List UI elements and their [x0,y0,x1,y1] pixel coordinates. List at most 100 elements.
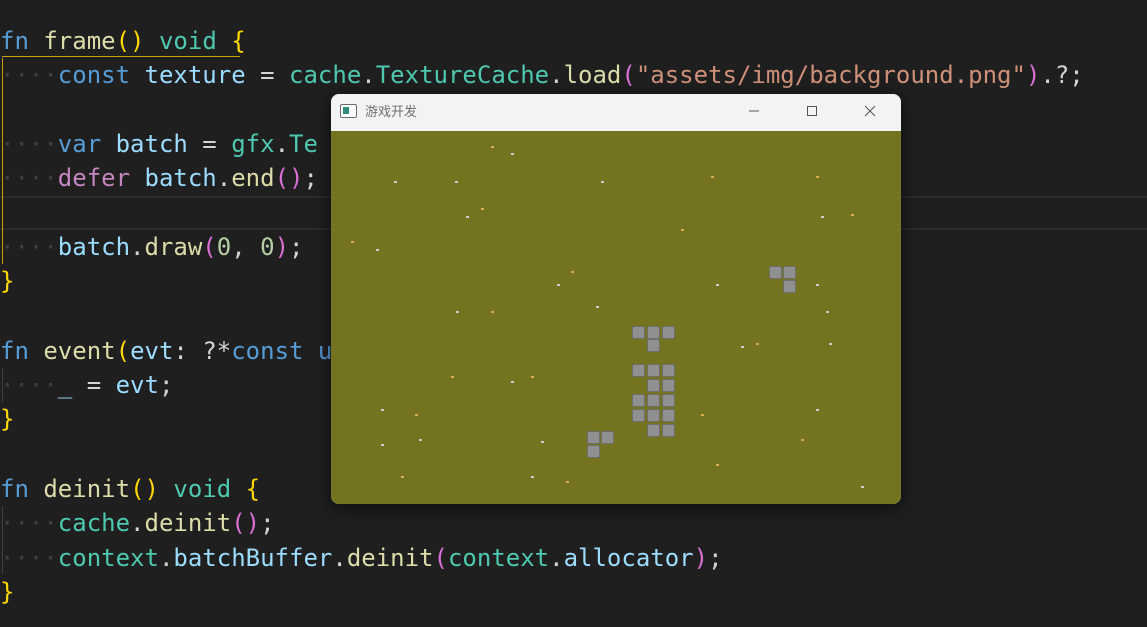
ground-speck [415,414,418,416]
code-token: batch [115,130,188,158]
code-token: "assets/img/background.png" [635,61,1026,89]
code-token: ) [274,233,290,261]
ground-speck [816,284,819,286]
ground-speck [741,346,744,348]
ground-speck [511,153,514,155]
stone-tile [662,409,675,422]
close-button[interactable] [841,94,899,127]
code-token: { [231,27,246,55]
stone-tile [647,379,660,392]
code-token: ) [693,544,709,572]
ground-speck [829,343,832,345]
code-token: load [563,61,622,89]
ground-speck [566,481,569,483]
stone-tile [647,424,660,437]
code-token: batchBuffer [173,544,333,572]
code-line: ····cache.deinit(); [0,506,275,540]
code-token: ; [303,164,318,192]
code-token: draw [144,233,203,261]
ground-speck [571,271,574,273]
minimize-icon [749,110,759,111]
stone-tile [632,409,645,422]
ground-speck [376,249,379,251]
code-token: ( [433,544,448,572]
code-token: const [57,61,131,89]
window-titlebar[interactable]: 游戏开发 [331,94,901,131]
code-line: } [0,264,14,298]
code-token: ···· [0,61,58,89]
code-token: . [158,544,174,572]
code-token: () [130,475,159,503]
code-token: void [158,27,217,55]
code-line: ····const texture = cache.TextureCache.l… [0,58,1084,92]
stone-tile [769,266,782,279]
code-token: void [173,475,232,503]
code-token: context [57,544,159,572]
ground-speck [381,409,384,411]
code-line: ····defer batch.end(); [0,161,318,195]
code-token: var [57,130,102,158]
ground-speck [716,464,719,466]
code-token: , [231,233,261,261]
code-line: ····_ = evt; [0,368,173,402]
code-token: . [216,164,232,192]
code-token: batch [144,164,217,192]
maximize-button[interactable] [783,94,841,127]
code-token: Te [289,130,318,158]
stone-tile [647,339,660,352]
stone-tile [662,379,675,392]
ground-speck [466,216,469,218]
code-token: evt [115,371,159,399]
window-title: 游戏开发 [365,105,418,120]
code-token: cache [289,61,362,89]
code-token: = [245,61,290,89]
code-token: . [274,130,290,158]
ground-speck [451,376,454,378]
ground-speck [381,444,384,446]
ground-speck [419,439,422,441]
game-canvas[interactable] [331,131,901,504]
ground-speck [351,241,354,243]
stone-tile [647,409,660,422]
ground-speck [816,176,819,178]
code-token: gfx [231,130,275,158]
minimize-button[interactable] [725,94,783,127]
ground-speck [801,439,804,441]
stone-tile [587,445,600,458]
ground-speck [601,181,604,183]
game-window[interactable]: 游戏开发 [331,94,901,504]
code-token: ( [202,233,217,261]
code-token: . [332,544,347,572]
code-token: batch [57,233,131,261]
code-token: } [0,405,15,433]
code-token: : ?* [173,337,232,365]
ground-speck [681,229,684,231]
code-token: ) [1025,61,1041,89]
ground-speck [481,208,484,210]
code-line: ····batch.draw(0, 0); [0,230,303,264]
code-line: fn deinit() void { [0,472,260,506]
close-icon [864,105,876,116]
ground-speck [851,214,854,216]
code-token: . [549,544,564,572]
ground-speck [456,311,459,313]
code-token: () [115,27,145,55]
ground-speck [596,306,599,308]
stone-tile [601,431,614,444]
ground-speck [531,376,534,378]
ground-speck [455,181,458,183]
code-token: allocator [563,544,694,572]
code-line: } [0,402,14,436]
stone-tile [783,280,796,293]
code-line: } [0,575,14,609]
code-token: deinit [43,475,131,503]
ground-speck [394,181,397,183]
stone-tile [662,364,675,377]
